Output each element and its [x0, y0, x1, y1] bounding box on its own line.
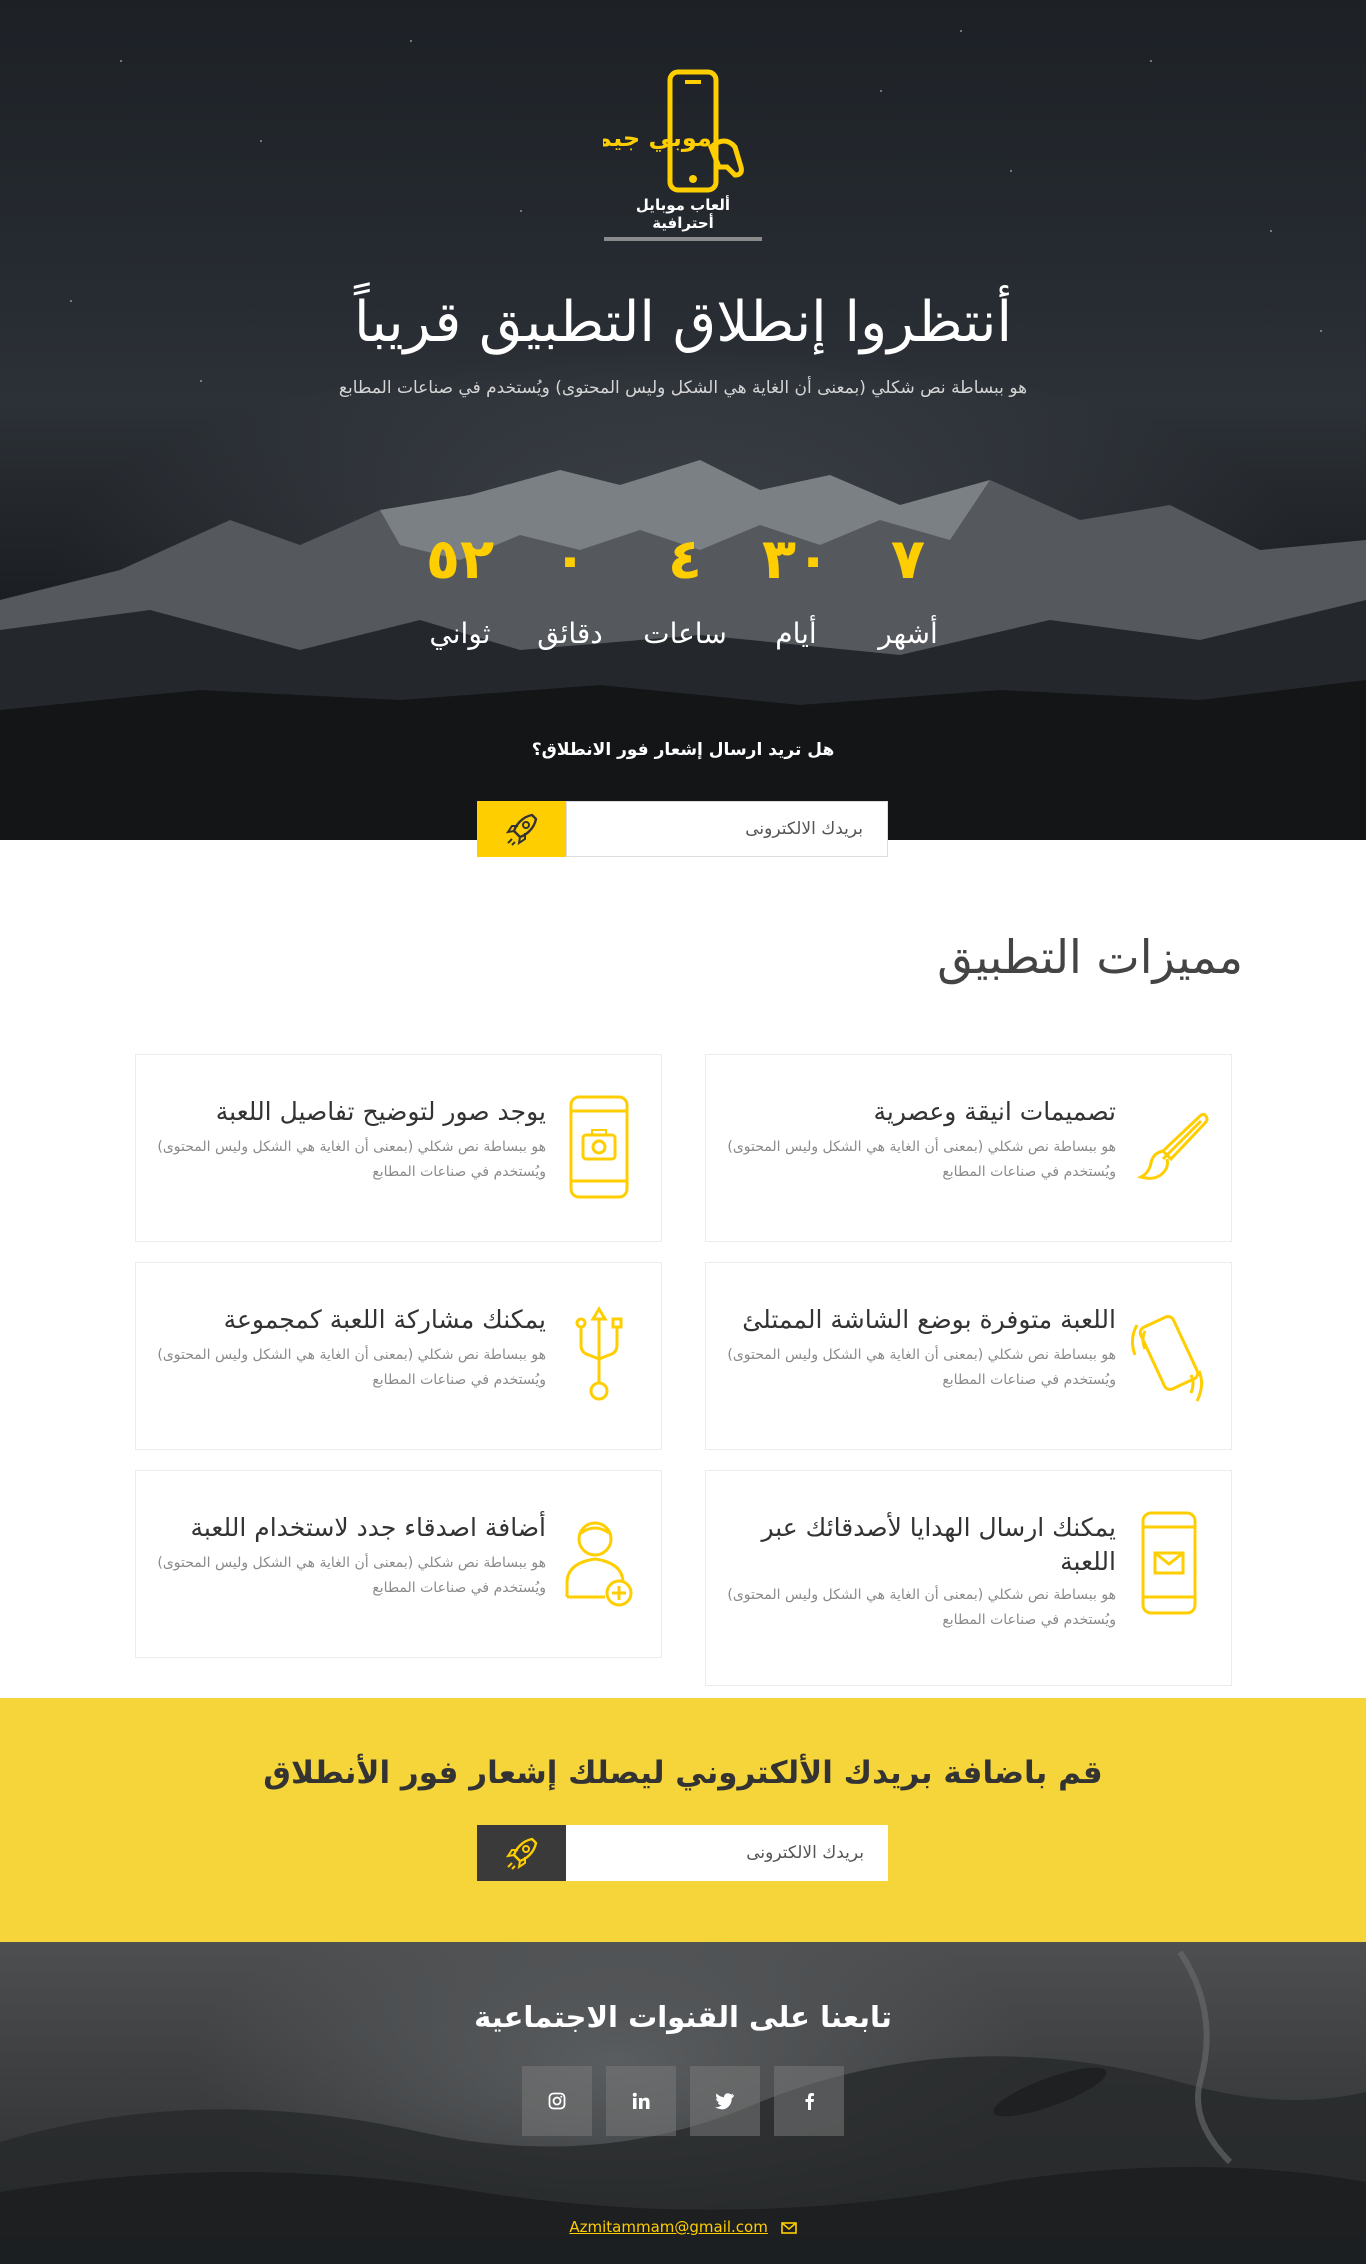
- cta-submit-button[interactable]: [477, 1825, 566, 1881]
- hero-submit-button[interactable]: [477, 801, 566, 857]
- phone-vibrate-icon: [1130, 1315, 1204, 1402]
- hero-subscribe-form: [477, 801, 888, 857]
- countdown-timer: ٥٢ ثواني ٠ دقائق ٤ ساعات ٣٠ أيام ٧ أشهر: [405, 525, 965, 655]
- countdown-months: ٧ أشهر: [853, 525, 963, 650]
- cta-title: قم باضافة بريدك الألكتروني ليصلك إشعار ف…: [263, 1755, 1103, 1791]
- phone-camera-icon: [569, 1095, 629, 1199]
- instagram-icon: [548, 2092, 566, 2110]
- logo-tagline: ألعاب موبايل أحترافية: [635, 196, 731, 232]
- twitter-link[interactable]: [690, 2066, 760, 2136]
- countdown-months-value: ٧: [890, 527, 926, 592]
- feature-text: هو ببساطة نص شكلي (بمعنى أن الغاية هي ال…: [727, 1139, 1116, 1180]
- rocket-icon: [505, 1837, 537, 1870]
- countdown-seconds-label: ثواني: [429, 617, 491, 650]
- feature-card-add-friends: أضافة اصدقاء جدد لاستخدام اللعبة هو ببسا…: [135, 1470, 662, 1658]
- countdown-hours: ٤ ساعات: [630, 525, 740, 650]
- countdown-days: ٣٠ أيام: [741, 525, 851, 650]
- feature-card-fullscreen: اللعبة متوفرة بوضع الشاشة الممتلئ هو ببس…: [705, 1262, 1232, 1450]
- countdown-days-label: أيام: [775, 617, 817, 650]
- contact-email-line: Azmitammam@gmail.com: [483, 2218, 883, 2236]
- feature-card-game-screenshots: يوجد صور لتوضيح تفاصيل اللعبة هو ببساطة …: [135, 1054, 662, 1242]
- subscribe-cta-section: [0, 1698, 1366, 1942]
- countdown-minutes-value: ٠: [552, 527, 588, 592]
- rocket-icon: [505, 813, 537, 846]
- add-friend-icon: [565, 1521, 633, 1607]
- feature-title: يمكنك مشاركة اللعبة كمجموعة: [223, 1305, 546, 1334]
- paintbrush-icon: [1136, 1112, 1209, 1180]
- feature-card-stylish-design: تصميمات انيقة وعصرية هو ببساطة نص شكلي (…: [705, 1054, 1232, 1242]
- usb-share-icon: [575, 1306, 623, 1401]
- hero-subtitle: هو ببساطة نص شكلي (بمعنى أن الغاية هي ال…: [338, 378, 1028, 398]
- countdown-days-value: ٣٠: [761, 527, 831, 592]
- instagram-link[interactable]: [522, 2066, 592, 2136]
- facebook-link[interactable]: [774, 2066, 844, 2136]
- countdown-minutes-label: دقائق: [537, 617, 603, 650]
- linkedin-link[interactable]: [606, 2066, 676, 2136]
- countdown-seconds: ٥٢ ثواني: [405, 525, 515, 650]
- cta-subscribe-form: [477, 1825, 888, 1881]
- feature-title: يوجد صور لتوضيح تفاصيل اللعبة: [215, 1097, 546, 1126]
- countdown-minutes: ٠ دقائق: [515, 525, 625, 650]
- hero-email-input[interactable]: [566, 801, 888, 857]
- feature-text: هو ببساطة نص شكلي (بمعنى أن الغاية هي ال…: [727, 1587, 1116, 1628]
- hero-section: موبي جيم ألعاب موبايل أحترافية أنتظروا إ…: [0, 0, 1366, 840]
- logo-divider: [604, 237, 762, 241]
- feature-text: هو ببساطة نص شكلي (بمعنى أن الغاية هي ال…: [157, 1139, 546, 1180]
- notify-question: هل تريد ارسال إشعار فور الانطلاق؟: [531, 740, 835, 760]
- countdown-seconds-value: ٥٢: [425, 527, 495, 592]
- contact-email-link[interactable]: Azmitammam@gmail.com: [569, 2218, 767, 2236]
- twitter-icon: [715, 2093, 734, 2110]
- logo-wordmark: موبي جيم: [603, 124, 712, 152]
- feature-title: تصميمات انيقة وعصرية: [873, 1097, 1116, 1126]
- feature-title: أضافة اصدقاء جدد لاستخدام اللعبة: [190, 1513, 546, 1542]
- feature-text: هو ببساطة نص شكلي (بمعنى أن الغاية هي ال…: [157, 1347, 546, 1388]
- social-links: [522, 2066, 844, 2136]
- feature-title: اللعبة متوفرة بوضع الشاشة الممتلئ: [742, 1305, 1116, 1334]
- envelope-icon: [780, 2221, 797, 2234]
- linkedin-icon: [632, 2092, 650, 2109]
- facebook-icon: [805, 2093, 814, 2110]
- hero-title: أنتظروا إنطلاق التطبيق قريباً: [354, 290, 1012, 355]
- phone-mail-icon: [1141, 1511, 1197, 1615]
- countdown-hours-label: ساعات: [643, 617, 727, 650]
- feature-text: هو ببساطة نص شكلي (بمعنى أن الغاية هي ال…: [157, 1555, 546, 1596]
- countdown-hours-value: ٤: [667, 527, 703, 592]
- countdown-months-label: أشهر: [878, 617, 938, 650]
- feature-card-send-gifts: يمكنك ارسال الهدايا لأصدقائك عبر اللعبة …: [705, 1470, 1232, 1686]
- cta-email-input[interactable]: [566, 1825, 888, 1881]
- features-title: مميزات التطبيق: [937, 930, 1243, 984]
- footer-title: تابعنا على القنوات الاجتماعية: [474, 2000, 892, 2034]
- feature-title: يمكنك ارسال الهدايا لأصدقائك عبر اللعبة: [761, 1513, 1116, 1576]
- feature-card-group-share: يمكنك مشاركة اللعبة كمجموعة هو ببساطة نص…: [135, 1262, 662, 1450]
- feature-text: هو ببساطة نص شكلي (بمعنى أن الغاية هي ال…: [727, 1347, 1116, 1388]
